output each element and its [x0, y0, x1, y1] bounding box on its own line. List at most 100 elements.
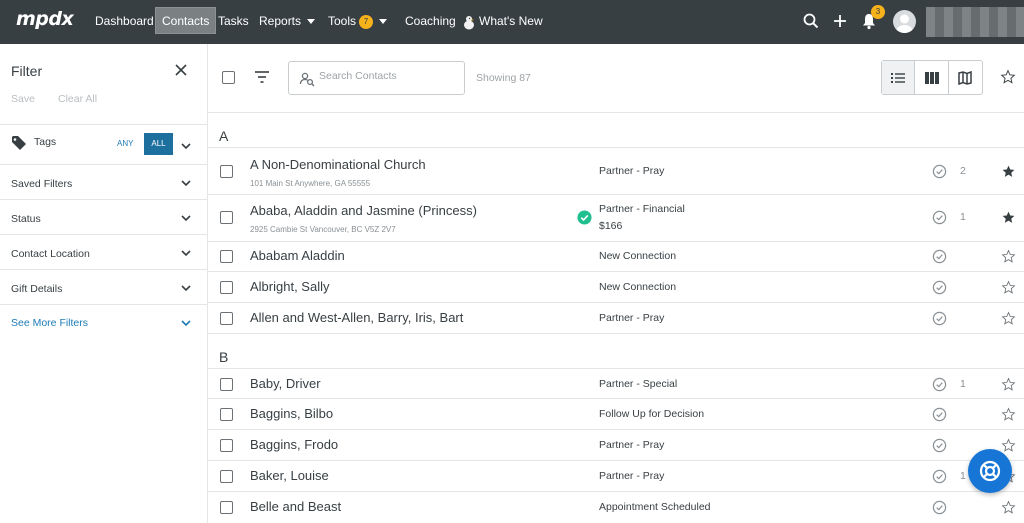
- star-outline-icon[interactable]: [1001, 249, 1016, 264]
- star-outline-icon[interactable]: [1001, 377, 1016, 392]
- star-outline-icon[interactable]: [1001, 500, 1016, 515]
- filter-contact-location[interactable]: Contact Location: [0, 234, 207, 269]
- add-icon[interactable]: [831, 12, 849, 30]
- task-check-icon[interactable]: [932, 210, 947, 225]
- contact-status: Partner - Pray: [599, 470, 665, 482]
- tag-icon: [12, 136, 26, 150]
- nav-coaching[interactable]: Coaching: [405, 0, 456, 44]
- select-all-checkbox[interactable]: [222, 71, 235, 84]
- avatar[interactable]: [893, 10, 916, 33]
- row-checkbox[interactable]: [220, 250, 233, 263]
- contact-name[interactable]: Belle and Beast: [250, 499, 341, 514]
- contact-name[interactable]: Baggins, Frodo: [250, 437, 338, 452]
- see-more-filters-label: See More Filters: [11, 317, 89, 329]
- nav-whats-new[interactable]: What's New: [463, 0, 543, 44]
- star-filled-icon[interactable]: [1001, 164, 1016, 179]
- star-outline-icon[interactable]: [1001, 438, 1016, 453]
- star-filled-icon[interactable]: [1001, 210, 1016, 225]
- contact-status: Partner - Special: [599, 378, 678, 390]
- star-outline-icon[interactable]: [1001, 407, 1016, 422]
- star-outline-icon[interactable]: [1001, 311, 1016, 326]
- contact-name[interactable]: Ababa, Aladdin and Jasmine (Princess): [250, 203, 477, 218]
- section-letter-b: B: [219, 349, 229, 365]
- save-filter-button[interactable]: Save: [11, 93, 35, 105]
- contact-row[interactable]: Ababam Aladdin New Connection: [208, 242, 1024, 272]
- search-contacts-input[interactable]: [319, 70, 459, 82]
- contact-status: Follow Up for Decision: [599, 408, 705, 420]
- task-check-icon[interactable]: [932, 407, 947, 422]
- filter-status[interactable]: Status: [0, 199, 207, 234]
- contact-row[interactable]: Allen and West-Allen, Barry, Iris, Bart …: [208, 303, 1024, 334]
- contact-row[interactable]: Baker, Louise Partner - Pray 1: [208, 461, 1024, 492]
- filter-gift-details[interactable]: Gift Details: [0, 269, 207, 304]
- row-checkbox[interactable]: [220, 439, 233, 452]
- contact-row[interactable]: Baggins, Bilbo Follow Up for Decision: [208, 399, 1024, 430]
- contact-row[interactable]: Baggins, Frodo Partner - Pray: [208, 430, 1024, 461]
- filter-tags[interactable]: Tags ANY ALL: [0, 124, 207, 164]
- nav-contacts[interactable]: Contacts: [155, 7, 217, 34]
- task-check-icon[interactable]: [932, 500, 947, 515]
- row-checkbox[interactable]: [220, 470, 233, 483]
- row-checkbox[interactable]: [220, 211, 233, 224]
- row-checkbox[interactable]: [220, 312, 233, 325]
- row-checkbox[interactable]: [220, 165, 233, 178]
- mpdx-logo[interactable]: mpdx: [16, 8, 74, 30]
- contact-row[interactable]: Belle and Beast Appointment Scheduled: [208, 492, 1024, 523]
- username-redacted[interactable]: [926, 7, 1024, 37]
- nav-tools-label: Tools: [328, 14, 357, 28]
- task-check-icon[interactable]: [932, 280, 947, 295]
- contact-row[interactable]: Ababa, Aladdin and Jasmine (Princess) 29…: [208, 195, 1024, 242]
- contact-row[interactable]: Albright, Sally New Connection: [208, 272, 1024, 303]
- close-icon[interactable]: [173, 62, 189, 78]
- task-check-icon[interactable]: [932, 311, 947, 326]
- star-outline-icon[interactable]: [1000, 69, 1016, 85]
- nav-tools[interactable]: Tools 7: [328, 0, 388, 44]
- contact-row[interactable]: Baby, Driver Partner - Special 1: [208, 368, 1024, 399]
- contact-name[interactable]: Baker, Louise: [250, 468, 329, 483]
- nav-reports-label: Reports: [259, 14, 302, 28]
- task-check-icon[interactable]: [932, 438, 947, 453]
- task-check-icon[interactable]: [932, 377, 947, 392]
- contact-status: Partner - Financial: [599, 203, 685, 215]
- tools-count-badge: 7: [359, 14, 374, 29]
- task-check-icon[interactable]: [932, 164, 947, 179]
- contact-address: 101 Main St Anywhere, GA 55555: [250, 179, 371, 188]
- help-button[interactable]: [968, 449, 1012, 493]
- nav-tasks[interactable]: Tasks: [218, 0, 249, 44]
- contact-name[interactable]: Albright, Sally: [250, 279, 329, 294]
- row-checkbox[interactable]: [220, 281, 233, 294]
- row-checkbox[interactable]: [220, 501, 233, 514]
- see-more-filters[interactable]: See More Filters: [0, 304, 207, 339]
- clear-all-button[interactable]: Clear All: [58, 93, 97, 105]
- filter-toggle-icon[interactable]: [254, 70, 270, 84]
- contact-status: Partner - Pray: [599, 165, 665, 177]
- contact-name[interactable]: A Non-Denominational Church: [250, 157, 426, 172]
- contact-name[interactable]: Ababam Aladdin: [250, 248, 345, 263]
- section-letter-a: A: [219, 128, 229, 144]
- search-person-icon: [299, 72, 315, 87]
- filter-tags-label: Tags: [34, 136, 57, 148]
- search-contacts-box[interactable]: [288, 61, 465, 95]
- filter-saved-filters[interactable]: Saved Filters: [0, 164, 207, 199]
- task-check-icon[interactable]: [932, 249, 947, 264]
- task-check-icon[interactable]: [932, 469, 947, 484]
- search-icon[interactable]: [802, 12, 820, 30]
- map-view-button[interactable]: [949, 61, 982, 94]
- contact-row[interactable]: A Non-Denominational Church 101 Main St …: [208, 147, 1024, 195]
- tags-all-toggle[interactable]: ALL: [144, 133, 173, 155]
- task-count: 1: [960, 211, 966, 223]
- nav-reports[interactable]: Reports: [259, 0, 316, 44]
- row-checkbox[interactable]: [220, 378, 233, 391]
- top-nav: mpdx Dashboard Contacts Tasks Reports To…: [0, 0, 1024, 44]
- contact-name[interactable]: Allen and West-Allen, Barry, Iris, Bart: [250, 310, 463, 325]
- row-checkbox[interactable]: [220, 408, 233, 421]
- nav-dashboard[interactable]: Dashboard: [95, 0, 154, 44]
- contact-name[interactable]: Baby, Driver: [250, 376, 321, 391]
- star-outline-icon[interactable]: [1001, 280, 1016, 295]
- list-view-button[interactable]: [882, 61, 916, 94]
- column-view-button[interactable]: [915, 61, 949, 94]
- contact-name[interactable]: Baggins, Bilbo: [250, 406, 333, 421]
- tags-any-toggle[interactable]: ANY: [117, 139, 133, 148]
- filter-status-label: Status: [11, 213, 41, 225]
- chevron-down-icon: [181, 250, 191, 257]
